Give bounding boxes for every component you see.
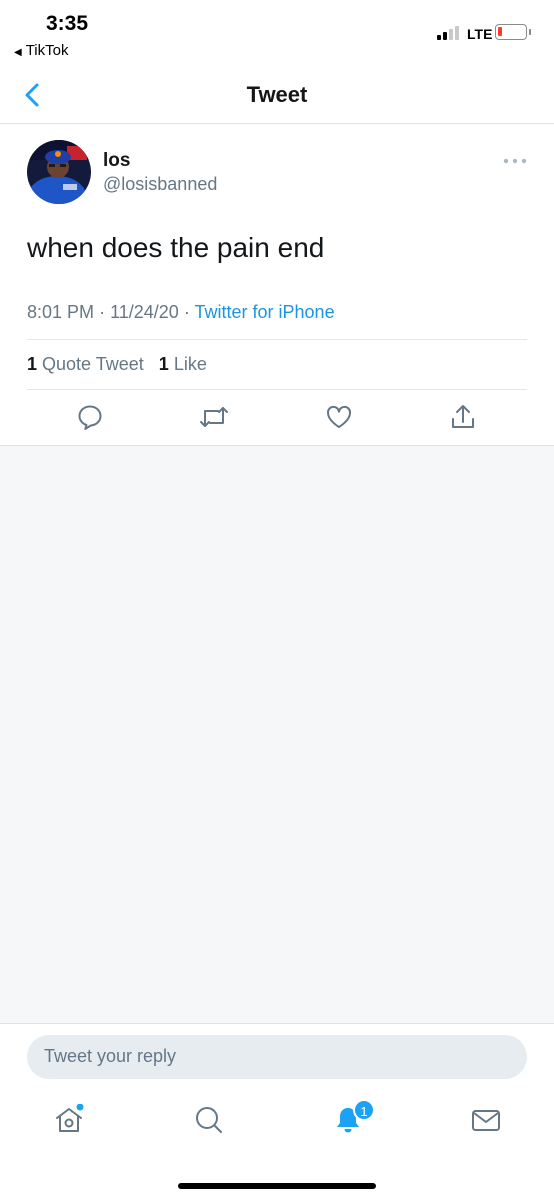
reply-input[interactable]: Tweet your reply — [27, 1035, 527, 1079]
like-count: 1 — [158, 354, 169, 374]
search-icon — [196, 1107, 222, 1133]
reply-button[interactable] — [76, 403, 104, 431]
likes-link[interactable]: 1 Like — [159, 354, 207, 374]
author-name[interactable]: los — [103, 150, 130, 172]
retweet-icon — [200, 407, 228, 427]
nav-bar: Tweet — [0, 70, 554, 124]
empty-replies-area — [0, 446, 554, 1024]
network-type: LTE — [467, 26, 493, 42]
back-triangle-icon: ◀ — [14, 47, 22, 58]
quote-count: 1 — [27, 354, 38, 374]
tab-messages[interactable] — [470, 1104, 502, 1136]
avatar[interactable] — [27, 140, 91, 204]
status-bar: 3:35 ◀ TikTok LTE — [0, 0, 554, 70]
author-handle[interactable]: @losisbanned — [103, 174, 217, 195]
tweet-date: 11/24/20 — [110, 302, 179, 322]
retweet-button[interactable] — [199, 403, 228, 431]
divider — [27, 339, 527, 340]
reply-placeholder: Tweet your reply — [44, 1046, 177, 1066]
signal-icon — [437, 26, 463, 40]
like-button[interactable] — [325, 403, 353, 431]
like-label: Like — [173, 354, 207, 374]
status-time: 3:35 — [46, 12, 89, 35]
home-icon — [56, 1103, 84, 1132]
meta-separator: · — [183, 302, 190, 322]
notification-badge: 1 — [353, 1099, 375, 1121]
tweet-text: when does the pain end — [27, 232, 325, 263]
more-dots-icon — [503, 158, 527, 164]
tweet-time: 8:01 PM — [27, 302, 95, 322]
quote-label: Quote Tweet — [42, 354, 144, 374]
tweet-actions — [0, 403, 554, 433]
meta-separator: · — [99, 302, 106, 322]
share-icon — [452, 405, 474, 428]
bottom-bar: Tweet your reply 1 — [0, 1023, 554, 1200]
tab-home[interactable] — [53, 1103, 85, 1136]
tweet-source-link[interactable]: Twitter for iPhone — [195, 302, 335, 322]
tab-search[interactable] — [193, 1104, 225, 1136]
tweet-meta: 8:01 PM · 11/24/20 · Twitter for iPhone — [27, 302, 335, 323]
heart-icon — [327, 405, 351, 428]
home-indicator — [178, 1183, 376, 1189]
quote-tweets-link[interactable]: 1 Quote Tweet — [27, 354, 144, 374]
page-title: Tweet — [246, 82, 308, 107]
reply-icon — [78, 405, 102, 430]
tweet-detail: los @losisbanned when does the pain end … — [0, 125, 554, 446]
divider — [27, 389, 527, 390]
messages-icon — [472, 1110, 500, 1131]
back-to-app-link[interactable]: ◀ TikTok — [14, 42, 68, 59]
share-button[interactable] — [449, 403, 477, 431]
back-app-label: TikTok — [25, 42, 69, 59]
battery-icon — [495, 24, 531, 40]
tweet-stats: 1 Quote Tweet 1 Like — [27, 354, 207, 375]
more-button[interactable] — [502, 153, 528, 164]
